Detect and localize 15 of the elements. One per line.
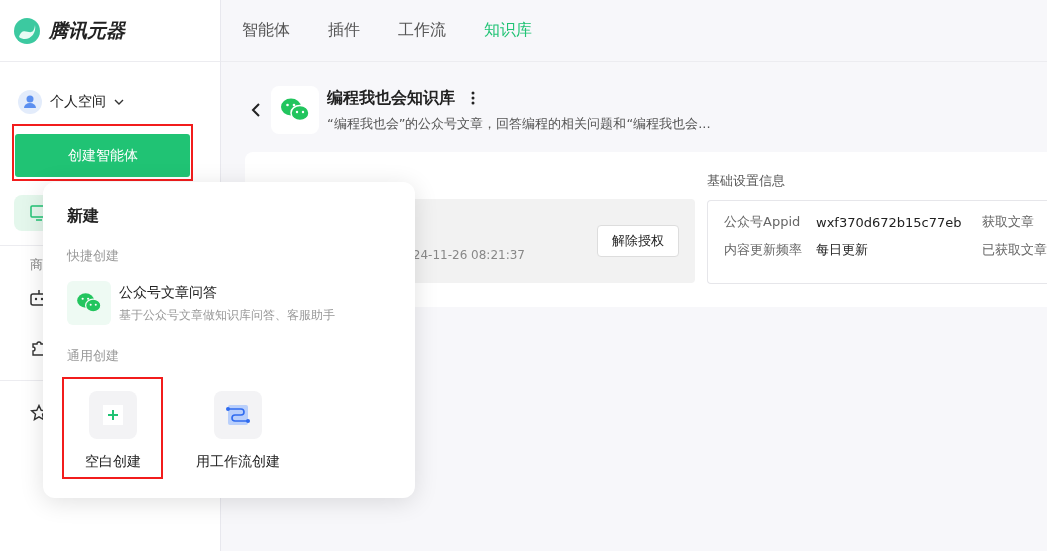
popup-title: 新建 [67,206,100,227]
setting-label: 内容更新频率 [724,241,803,259]
knowledge-base-title: 编程我也会知识库 [327,87,455,109]
setting-label: 公众号Appid [724,213,802,231]
setting-value: wxf370d672b15c77eb [816,214,963,230]
knowledge-base-description: “编程我也会”的公众号文章，回答编程的相关问题和“编程我也会... [327,114,711,133]
section-label: 商 [30,256,44,274]
setting-value: 每日更新 [816,241,869,259]
setting-label: 已获取文章 [982,241,1047,259]
setting-label: 获取文章 [982,213,1034,231]
group-label: 快捷创建 [67,247,120,265]
brand-name: 腾讯元器 [49,17,125,43]
auth-time: 24-11-26 08:21:37 [412,248,525,262]
group-label: 通用创建 [67,347,120,365]
section-label: 基础设置信息 [707,172,786,190]
